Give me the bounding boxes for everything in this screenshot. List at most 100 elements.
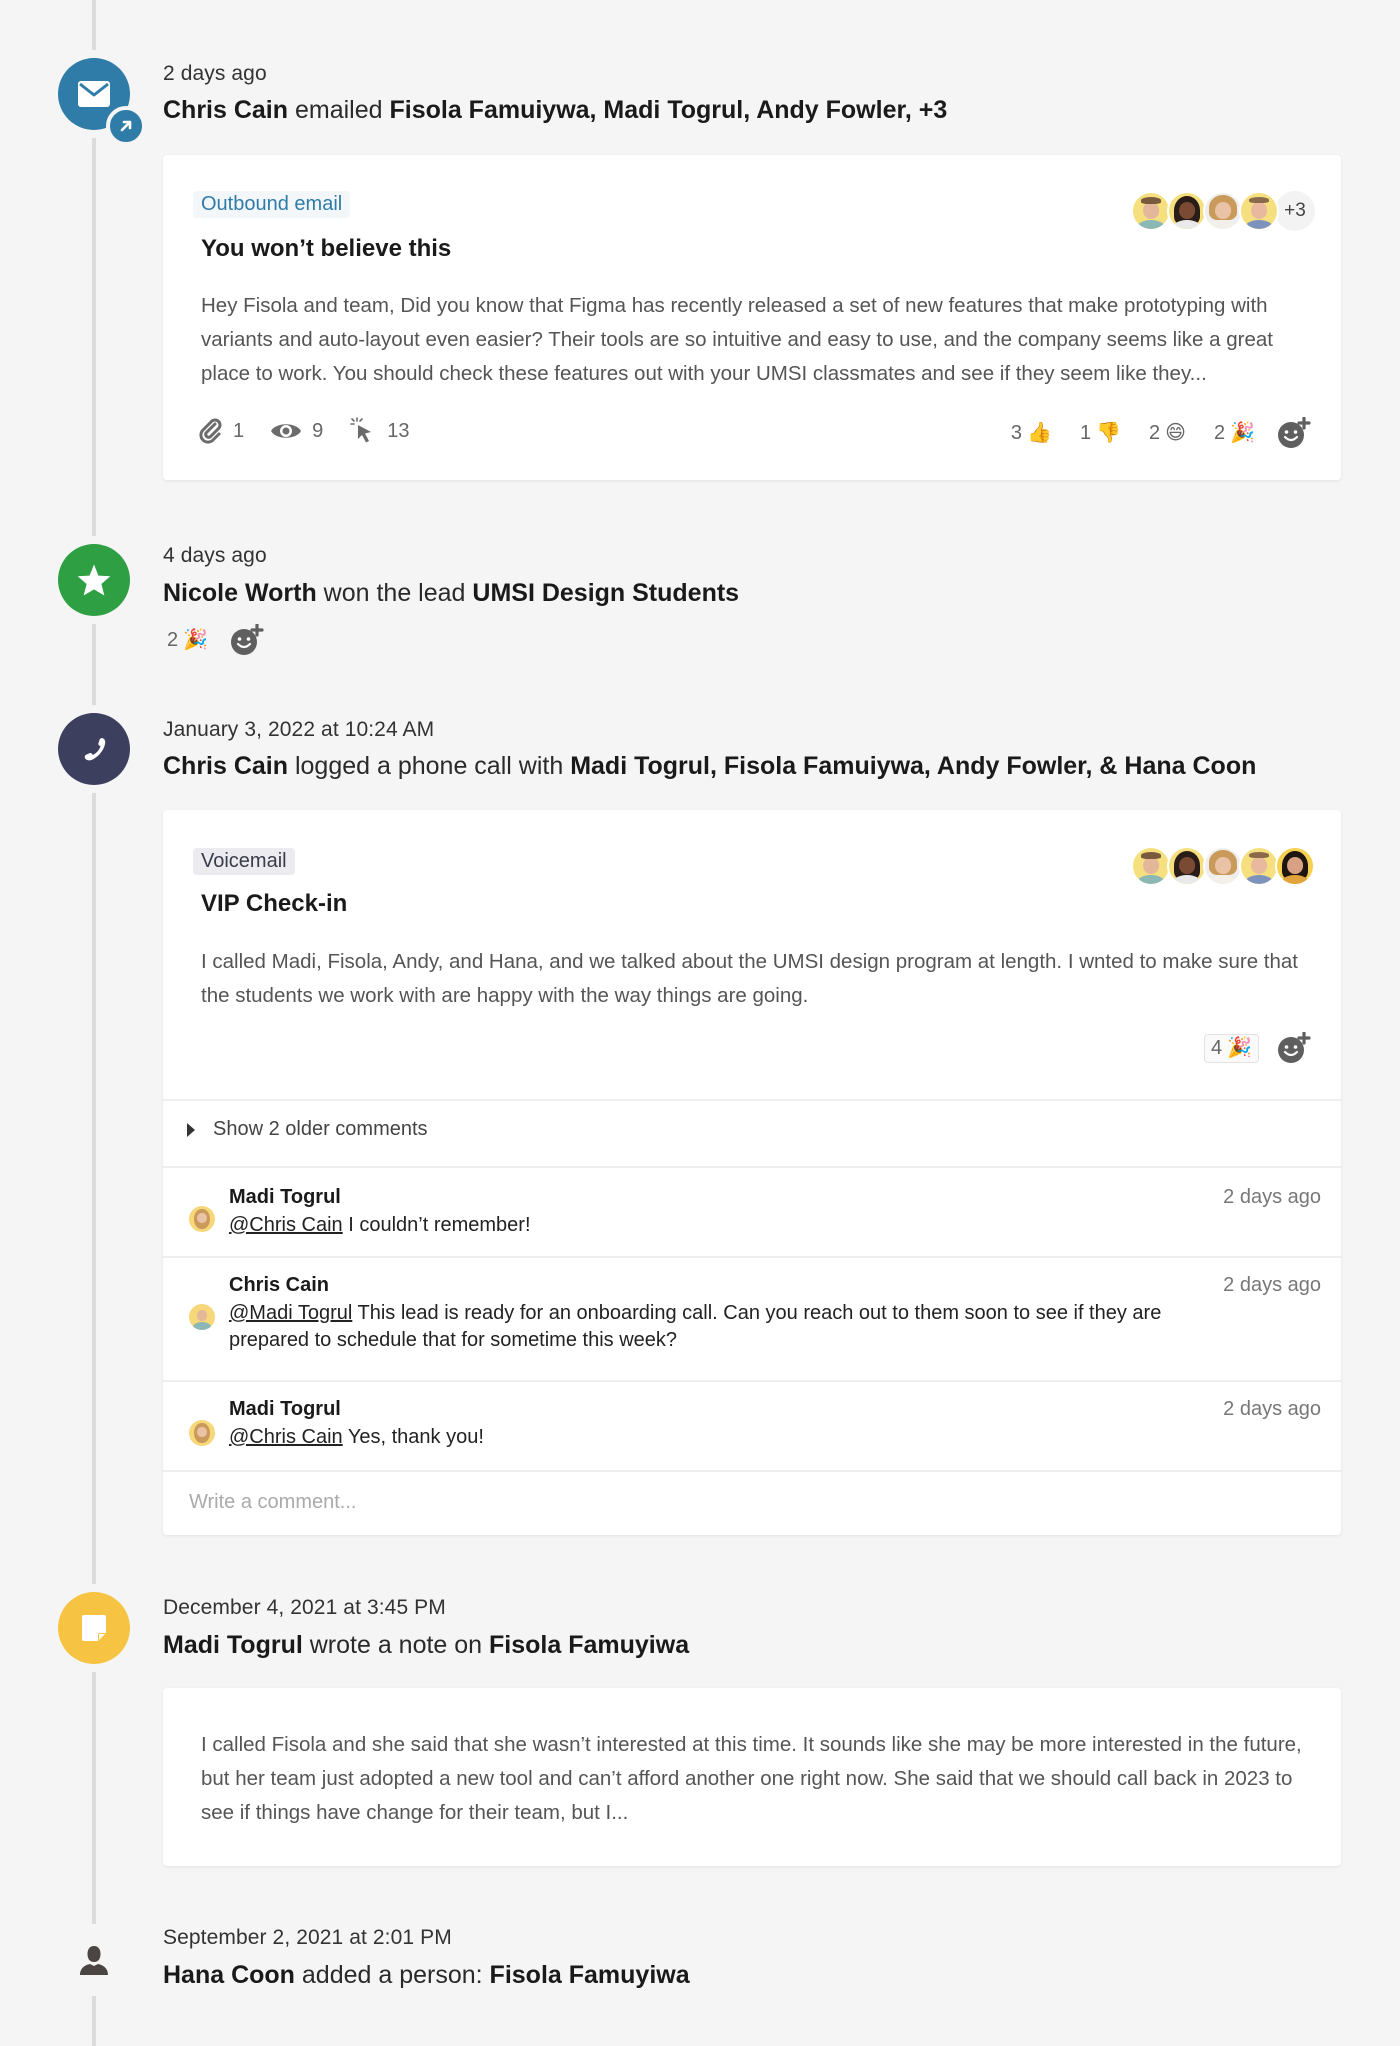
event-headline: Chris Cain emailed Fisola Famuiywa, Madi… — [163, 96, 947, 125]
clicks-stat[interactable]: 13 — [349, 417, 410, 445]
event-headline: Hana Coon added a person: Fisola Famuyiw… — [163, 1961, 690, 1990]
event-verb: added a person: — [294, 1961, 490, 1989]
comment-author: Madi Togrul — [229, 1398, 341, 1420]
avatar — [1131, 191, 1171, 231]
add-reaction-button[interactable] — [230, 624, 264, 656]
comment-text: @Madi Togrul This lead is ready for an o… — [229, 1300, 1229, 1354]
note-text: I called Fisola and she said that she wa… — [201, 1733, 1302, 1824]
event-verb: emailed — [288, 96, 390, 124]
divider — [163, 1099, 1341, 1101]
call-notes: I called Madi, Fisola, Andy, and Hana, a… — [201, 950, 1298, 1007]
party-popper-icon: 🎉 — [183, 629, 209, 651]
avatar — [1167, 846, 1207, 886]
email-card[interactable]: Outbound email +3 You won’t believe this… — [163, 155, 1341, 480]
cursor-click-icon — [350, 417, 372, 443]
event-verb: logged a phone call with — [288, 752, 571, 780]
comment-body: Yes, thank you! — [342, 1426, 484, 1448]
avatar — [1131, 846, 1171, 886]
reaction-count: 3 — [1010, 421, 1023, 444]
target-link[interactable]: Madi Togrul, Fisola Famuiywa, Andy Fowle… — [570, 752, 1256, 780]
event-headline: Chris Cain logged a phone call with Madi… — [163, 752, 1256, 781]
event-timestamp: January 3, 2022 at 10:24 AM — [163, 718, 435, 741]
participant-avatars[interactable]: +3 — [1131, 191, 1315, 231]
reaction-party-popper[interactable]: 2 🎉 — [1210, 420, 1259, 447]
avatar — [1203, 846, 1243, 886]
mention-link[interactable]: @Chris Cain — [229, 1426, 343, 1448]
clicks-count: 13 — [387, 419, 410, 442]
phone-icon — [84, 738, 106, 761]
add-reaction-button[interactable] — [1277, 417, 1311, 449]
reaction-thumbs-down[interactable]: 1 👎 — [1076, 420, 1125, 447]
reaction-party-popper[interactable]: 4 🎉 — [1203, 1033, 1259, 1063]
target-link[interactable]: Fisola Famuiywa, Madi Togrul, Andy Fowle… — [389, 96, 947, 124]
actor-link[interactable]: Madi Togrul — [163, 1631, 303, 1659]
actor-link[interactable]: Chris Cain — [163, 96, 288, 124]
mention-link[interactable]: @Chris Cain — [229, 1214, 343, 1236]
avatar — [1239, 191, 1279, 231]
show-older-comments-label: Show 2 older comments — [213, 1118, 428, 1140]
comment-author: Madi Togrul — [229, 1186, 341, 1208]
actor-link[interactable]: Hana Coon — [163, 1961, 295, 1989]
mention-link[interactable]: @Madi Togrul — [229, 1302, 352, 1324]
comment-avatar — [189, 1206, 215, 1232]
target-link[interactable]: Fisola Famuyiwa — [490, 1961, 690, 1989]
actor-link[interactable]: Nicole Worth — [163, 579, 317, 607]
note-card[interactable]: I called Fisola and she said that she wa… — [163, 1688, 1341, 1866]
lead-link[interactable]: UMSI Design Students — [472, 579, 739, 607]
arrow-up-right-icon — [120, 120, 132, 132]
event-timestamp: 2 days ago — [163, 62, 267, 85]
add-reaction-button[interactable] — [1277, 1032, 1311, 1064]
more-participants-count[interactable]: +3 — [1275, 191, 1315, 231]
comment-avatar — [189, 1420, 215, 1446]
target-link[interactable]: Fisola Famuyiwa — [489, 1631, 689, 1659]
add-emoji-icon — [1278, 417, 1311, 448]
won-event-badge — [58, 544, 130, 616]
event-headline: Nicole Worth won the lead UMSI Design St… — [163, 579, 739, 608]
reaction-count: 4 — [1210, 1036, 1223, 1059]
comment-body: This lead is ready for an onboarding cal… — [229, 1302, 1162, 1351]
attachments-stat[interactable]: 1 — [199, 418, 244, 444]
comment: Madi Togrul @Chris Cain I couldn’t remem… — [163, 1168, 1341, 1256]
note-icon — [82, 1615, 106, 1641]
avatar — [1239, 846, 1279, 886]
comment-text: @Chris Cain I couldn’t remember! — [229, 1212, 1229, 1239]
reaction-thumbs-up[interactable]: 3 👍 — [1007, 420, 1056, 447]
paperclip-icon — [199, 418, 222, 444]
event-timestamp: September 2, 2021 at 2:01 PM — [163, 1926, 452, 1949]
note-event-badge — [58, 1592, 130, 1664]
outbound-email-tag: Outbound email — [193, 191, 351, 218]
views-count: 9 — [312, 419, 324, 442]
event-verb: wrote a note on — [302, 1631, 490, 1659]
event-headline: Madi Togrul wrote a note on Fisola Famuy… — [163, 1631, 689, 1660]
comment-timestamp: 2 days ago — [1223, 1186, 1321, 1208]
participant-avatars[interactable] — [1131, 846, 1315, 886]
thumbs-up-icon: 👍 — [1027, 422, 1052, 444]
comment-author: Chris Cain — [229, 1274, 330, 1296]
email-preview: Hey Fisola and team, Did you know that F… — [201, 294, 1273, 385]
views-stat[interactable]: 9 — [270, 420, 323, 443]
add-emoji-icon — [231, 624, 264, 655]
comment-avatar — [189, 1304, 215, 1330]
reaction-count: 2 — [1148, 421, 1161, 444]
comment-input[interactable] — [163, 1472, 1341, 1532]
show-older-comments-button[interactable]: Show 2 older comments — [187, 1118, 428, 1141]
party-popper-icon: 🎉 — [1227, 1037, 1252, 1059]
actor-link[interactable]: Chris Cain — [163, 752, 288, 780]
call-event-badge — [58, 713, 130, 785]
event-verb: won the lead — [316, 579, 473, 607]
reaction-grinning[interactable]: 2 😄 — [1145, 420, 1190, 447]
reactions-bar: 2 🎉 — [143, 624, 264, 656]
reaction-count: 2 — [1213, 421, 1226, 444]
voicemail-tag: Voicemail — [193, 848, 295, 875]
grinning-face-icon: 😄 — [1165, 422, 1186, 444]
comment-timestamp: 2 days ago — [1223, 1398, 1321, 1420]
reaction-party-popper[interactable]: 2 🎉 — [163, 627, 212, 654]
eye-icon — [271, 424, 302, 438]
comment-timestamp: 2 days ago — [1223, 1274, 1321, 1296]
reactions-bar: 4 🎉 — [1184, 1032, 1311, 1064]
call-card: Voicemail VIP Check-in I called Madi, Fi… — [163, 810, 1341, 1535]
add-emoji-icon — [1278, 1032, 1311, 1063]
call-title: VIP Check-in — [201, 890, 348, 917]
comment: Chris Cain @Madi Togrul This lead is rea… — [163, 1258, 1341, 1380]
avatar — [1203, 191, 1243, 231]
